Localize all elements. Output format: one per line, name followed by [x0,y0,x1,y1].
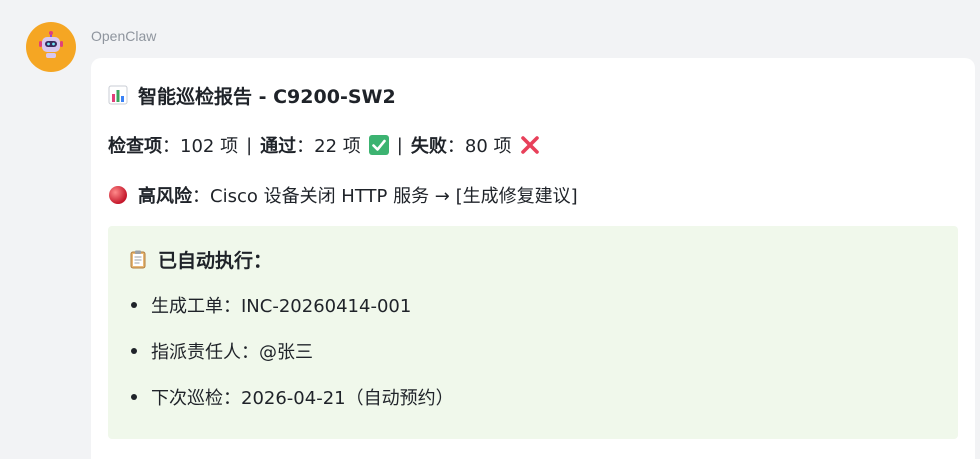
passed-colon: ： [296,136,315,157]
message-bubble: 智能巡检报告 - C9200-SW2 检查项： 102 项 | 通过： 22 项… [91,58,975,459]
passed-value: 22 项 [314,136,361,157]
risk-row: 高风险： Cisco 设备关闭 HTTP 服务 → [生成修复建议] [108,180,958,210]
bullet-dot [131,348,137,354]
red-circle-icon [108,185,128,205]
action-ticket: 生成工单：INC-20260414-001 [151,296,412,317]
passed-label: 通过 [260,136,297,157]
report-title: 智能巡检报告 - C9200-SW2 [138,85,396,108]
auto-actions-box: 已自动执行： 生成工单：INC-20260414-001 指派责任人：@张三 下… [108,226,958,439]
report-title-row: 智能巡检报告 - C9200-SW2 [108,80,958,110]
chat-message-row: OpenClaw 智能巡检报告 - C9200-SW2 检查项： 102 项 |… [0,0,980,459]
failed-label: 失败 [410,136,447,157]
list-item: 指派责任人：@张三 [128,336,938,366]
clipboard-icon [128,249,148,269]
bar-chart-icon [108,85,128,105]
auto-actions-heading: 已自动执行： [158,249,273,272]
action-assignee: 指派责任人：@张三 [151,342,313,363]
bullet-dot [131,394,137,400]
list-item: 生成工单：INC-20260414-001 [128,290,938,320]
sender-name: OpenClaw [91,28,157,44]
stats-row: 检查项： 102 项 | 通过： 22 项 | 失败： 80 项 [108,130,958,160]
cross-mark-icon [520,135,540,155]
robot-icon [36,30,66,64]
risk-label: 高风险 [138,186,192,207]
checked-label: 检查项 [108,136,162,157]
failed-value: 80 项 [464,136,512,157]
risk-text: Cisco 设备关闭 HTTP 服务 → [生成修复建议] [210,186,578,207]
stats-separator: | [396,134,403,156]
auto-actions-list: 生成工单：INC-20260414-001 指派责任人：@张三 下次巡检：202… [128,290,938,412]
stats-separator: | [246,134,253,156]
failed-colon: ： [446,136,465,157]
checked-colon: ： [162,136,180,157]
checked-value: 102 项 [180,136,239,157]
bullet-dot [131,302,137,308]
auto-actions-header: 已自动执行： [128,244,938,274]
risk-colon: ： [192,186,210,207]
bot-avatar[interactable] [26,22,76,72]
list-item: 下次巡检：2026-04-21（自动预约） [128,382,938,412]
action-next-inspection: 下次巡检：2026-04-21（自动预约） [151,388,454,409]
check-mark-icon [368,135,389,155]
